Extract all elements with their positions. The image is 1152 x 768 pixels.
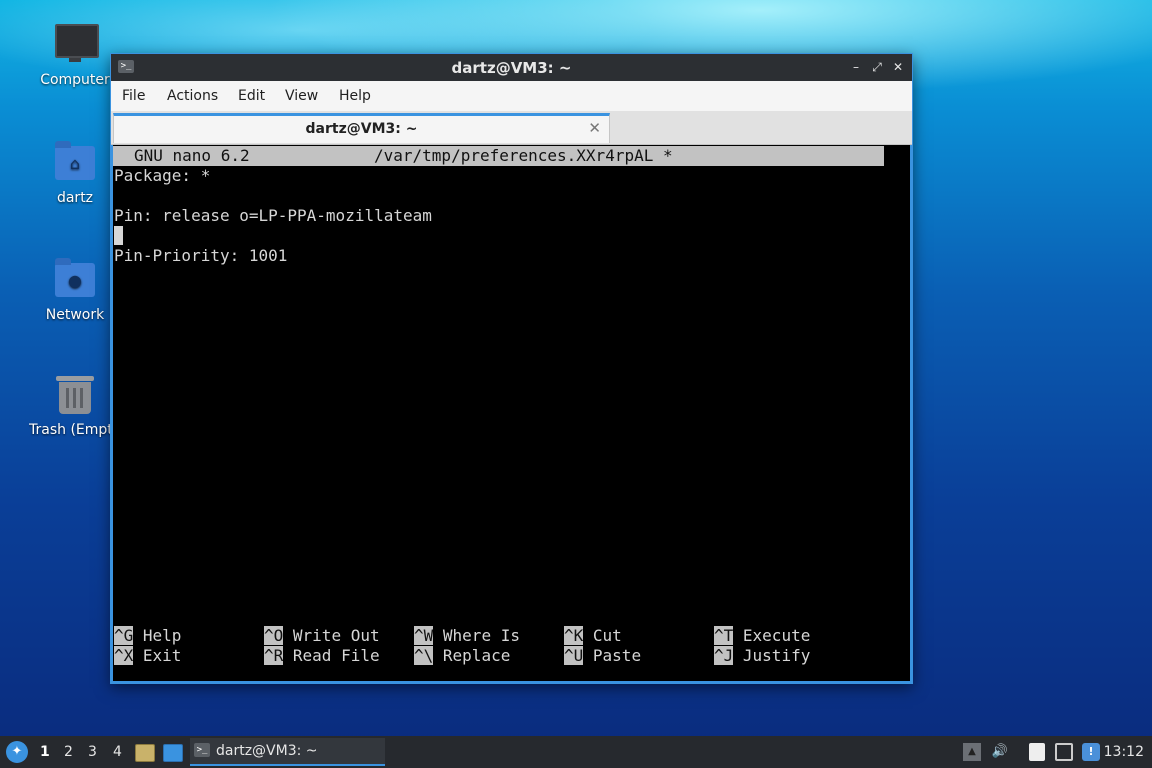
terminal-icon: >_ bbox=[194, 743, 210, 757]
terminal-area[interactable]: GNU nano 6.2 /var/tmp/preferences.XXr4rp… bbox=[113, 145, 910, 681]
clipboard-icon[interactable] bbox=[1029, 743, 1045, 761]
home-folder-icon: ⌂ bbox=[53, 140, 97, 184]
taskbar: ✦ 1 2 3 4 >_ dartz@VM3: ~ ▲ 🔊 ! 13:12 bbox=[0, 736, 1152, 768]
minimize-button[interactable]: – bbox=[848, 59, 864, 75]
maximize-button[interactable]: ⤢ bbox=[869, 59, 885, 75]
network-folder-icon: ● bbox=[53, 257, 97, 301]
shortcut-read-file[interactable]: ^R Read File bbox=[264, 646, 380, 666]
shortcut-justify[interactable]: ^J Justify bbox=[714, 646, 810, 666]
shortcut-execute[interactable]: ^T Execute bbox=[714, 626, 810, 646]
desktop-icon-label: dartz bbox=[56, 190, 94, 206]
editor-line: Package: * bbox=[114, 166, 211, 185]
desktop-icon-dartz[interactable]: ⌂ dartz bbox=[27, 140, 123, 206]
menu-view[interactable]: View bbox=[285, 88, 318, 104]
shortcut-where-is[interactable]: ^W Where Is bbox=[414, 626, 520, 646]
tab-title: dartz@VM3: ~ bbox=[305, 121, 418, 137]
task-label: dartz@VM3: ~ bbox=[216, 743, 318, 759]
tab-close-icon[interactable]: ✕ bbox=[588, 119, 601, 137]
tray-up-icon[interactable]: ▲ bbox=[963, 743, 981, 761]
desktop-icon-label: Trash (Empt bbox=[29, 422, 110, 438]
editor-line: Pin-Priority: 1001 bbox=[114, 246, 288, 265]
nano-filename: /var/tmp/preferences.XXr4rpAL * bbox=[374, 146, 673, 165]
window-titlebar[interactable]: >_ dartz@VM3: ~ – ⤢ ✕ bbox=[111, 54, 912, 81]
clock[interactable]: 13:12 bbox=[1104, 744, 1144, 760]
workspace-2[interactable]: 2 bbox=[64, 744, 73, 760]
volume-icon[interactable]: 🔊 bbox=[991, 743, 1009, 761]
file-manager-icon[interactable] bbox=[135, 744, 155, 762]
desktop-icon-trash[interactable]: Trash (Empt bbox=[27, 372, 123, 438]
shortcut-help[interactable]: ^G Help bbox=[114, 626, 181, 646]
desktop-icon-label: Computer bbox=[40, 72, 110, 88]
trash-icon bbox=[53, 372, 97, 416]
menu-help[interactable]: Help bbox=[339, 88, 371, 104]
menu-bar: File Actions Edit View Help bbox=[111, 81, 912, 111]
nano-version: GNU nano 6.2 bbox=[134, 146, 250, 165]
close-button[interactable]: ✕ bbox=[890, 59, 906, 75]
desktop-icon-label: Network bbox=[45, 307, 105, 323]
network-icon[interactable] bbox=[1055, 743, 1073, 761]
text-cursor bbox=[114, 226, 123, 245]
tab-bar: dartz@VM3: ~ ✕ bbox=[111, 111, 912, 145]
tab-terminal[interactable]: dartz@VM3: ~ ✕ bbox=[113, 113, 610, 143]
shortcut-paste[interactable]: ^U Paste bbox=[564, 646, 641, 666]
terminal-window[interactable]: >_ dartz@VM3: ~ – ⤢ ✕ File Actions Edit … bbox=[110, 53, 913, 684]
menu-edit[interactable]: Edit bbox=[238, 88, 265, 104]
editor-line: Pin: release o=LP-PPA-mozillateam bbox=[114, 206, 432, 225]
start-menu-icon[interactable]: ✦ bbox=[6, 741, 28, 763]
computer-icon bbox=[53, 22, 99, 66]
desktop-icon-network[interactable]: ● Network bbox=[27, 257, 123, 323]
window-title: dartz@VM3: ~ bbox=[451, 59, 572, 77]
workspace-4[interactable]: 4 bbox=[113, 744, 122, 760]
nano-header: GNU nano 6.2 /var/tmp/preferences.XXr4rp… bbox=[113, 146, 884, 166]
shortcut-replace[interactable]: ^\ Replace bbox=[414, 646, 510, 666]
workspace-1[interactable]: 1 bbox=[40, 744, 50, 760]
menu-actions[interactable]: Actions bbox=[167, 88, 218, 104]
shortcut-write-out[interactable]: ^O Write Out bbox=[264, 626, 380, 646]
show-desktop-icon[interactable] bbox=[163, 744, 183, 762]
shortcut-cut[interactable]: ^K Cut bbox=[564, 626, 622, 646]
menu-file[interactable]: File bbox=[122, 88, 145, 104]
task-terminal[interactable]: >_ dartz@VM3: ~ bbox=[190, 738, 385, 766]
desktop-icon-computer[interactable]: Computer bbox=[27, 22, 123, 88]
workspace-3[interactable]: 3 bbox=[88, 744, 97, 760]
shortcut-exit[interactable]: ^X Exit bbox=[114, 646, 181, 666]
update-notifier-icon[interactable]: ! bbox=[1082, 743, 1100, 761]
